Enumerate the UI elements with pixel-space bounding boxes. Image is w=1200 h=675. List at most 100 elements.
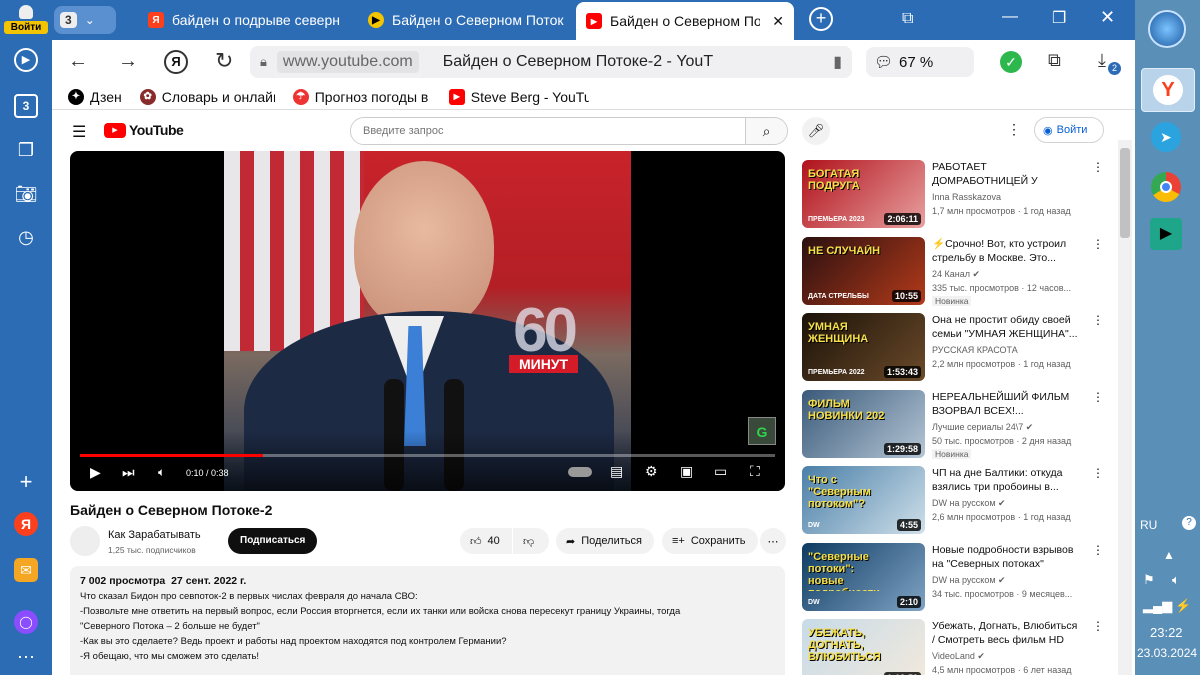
recommendation-title[interactable]: Убежать, Догнать, Влюбиться / Смотреть в…	[932, 619, 1082, 647]
close-window-button[interactable]: ✕	[1100, 7, 1115, 28]
downloads-button[interactable]: ⤓ 2	[1098, 50, 1121, 75]
recommendation-channel[interactable]: 24 Канал ✔	[932, 269, 980, 280]
windows-start-icon[interactable]	[1148, 10, 1186, 48]
chrome-icon[interactable]	[1151, 172, 1181, 202]
recommendation-channel[interactable]: DW на русском ✔	[932, 498, 1006, 509]
miniplayer-icon[interactable]: ▣	[680, 463, 693, 480]
recommendation-channel[interactable]: DW на русском ✔	[932, 575, 1006, 586]
clock-date[interactable]: 23.03.2024	[1137, 646, 1197, 660]
tab-youtube-active[interactable]: ▶ Байден о Северном Поток ✕	[576, 2, 794, 40]
mail-icon[interactable]: ✉	[14, 558, 38, 582]
recommendation-title[interactable]: Новые подробности взрывов на "Северных п…	[932, 543, 1082, 571]
channel-watermark[interactable]: G	[748, 417, 776, 445]
recommendation-channel[interactable]: Inna Rasskazova	[932, 192, 1001, 202]
reload-icon[interactable]: ↻	[215, 48, 233, 74]
progress-track[interactable]	[80, 454, 775, 457]
recommendation-thumbnail[interactable]: Что с "Северным потоком"? DW 4:55	[802, 466, 925, 534]
share-button[interactable]: ➦ Поделиться	[556, 528, 654, 554]
settings-gear-icon[interactable]: ⚙	[645, 463, 658, 480]
recommendation-thumbnail[interactable]: "Северные потоки": новые подробности взр…	[802, 542, 925, 611]
bookmark-weather[interactable]: ☂ Прогноз погоды в	[292, 88, 431, 105]
sidebar-tabs-button[interactable]: 3	[14, 94, 38, 118]
settings-more-icon[interactable]: ⋮	[1007, 121, 1021, 138]
recommendation-thumbnail[interactable]: УБЕЖАТЬ, ДОГНАТЬ, ВЛЮБИТЬСЯ 1:18:59	[802, 619, 925, 675]
more-options-icon[interactable]: ⋮	[1092, 543, 1104, 557]
bookmark-dictionary[interactable]: ✿ Словарь и онлайн	[139, 88, 275, 105]
yandex-browser-taskbar-icon[interactable]: Y	[1141, 68, 1195, 112]
profile-button[interactable]: Войти	[4, 2, 48, 38]
screenshot-icon[interactable]: 📷︎	[14, 182, 38, 206]
close-icon[interactable]: ✕	[772, 13, 784, 30]
clock-time[interactable]: 23:22	[1150, 625, 1183, 640]
url-field[interactable]: 🔒︎ www.youtube.com Байден о Северном Пот…	[250, 46, 852, 78]
play-circle-icon[interactable]: ▶	[14, 48, 38, 72]
yandex-home-icon[interactable]: Я	[164, 50, 188, 74]
scrollbar[interactable]	[1118, 140, 1132, 675]
more-dots-icon[interactable]: ⋯	[14, 645, 38, 669]
subtitles-icon[interactable]: ▤	[610, 463, 623, 480]
collections-icon[interactable]: ❐	[14, 138, 38, 162]
alice-icon[interactable]: ◯	[14, 610, 38, 634]
more-options-icon[interactable]: ⋮	[1092, 313, 1104, 327]
recommendation-channel[interactable]: Лучшие сериалы 24\7 ✔	[932, 422, 1033, 433]
signin-button[interactable]: ◉ Войти	[1034, 117, 1104, 143]
recommendation-thumbnail[interactable]: НЕ СЛУЧАЙН ДАТА СТРЕЛЬБЫ 10:55	[802, 236, 925, 305]
channel-name[interactable]: Как Зарабатывать	[108, 529, 201, 541]
play-button[interactable]: ▶	[90, 464, 101, 481]
youtube-logo[interactable]: ▶ YouTube	[104, 122, 184, 138]
restore-button[interactable]: ❐	[1052, 8, 1066, 28]
video-player[interactable]: 60 МИНУТ G ▶ ⏭︎ 🔈︎ 0:10 / 0:38 ▤ ⚙ ▣ ▭ ⛶	[70, 151, 785, 491]
recommendation-title[interactable]: ЧП на дне Балтики: откуда взялись три пр…	[932, 466, 1082, 494]
bookmark-dzen[interactable]: ✦ Дзен	[68, 88, 122, 105]
bookmark-icon[interactable]: ▮	[833, 52, 842, 72]
add-panel-icon[interactable]: +	[14, 470, 38, 494]
more-options-icon[interactable]: ⋮	[1092, 466, 1104, 480]
fullscreen-icon[interactable]: ⛶	[750, 463, 760, 480]
dislike-button[interactable]: 👎︎	[513, 528, 549, 554]
search-button[interactable]: ⌕	[745, 118, 787, 144]
recommendation-title[interactable]: ⚡Срочно! Вот, кто устроил стрельбу в Мос…	[932, 237, 1082, 265]
zoom-indicator[interactable]: 💬︎ 67 %	[866, 47, 974, 77]
voice-search-button[interactable]: 🎤︎	[802, 117, 830, 145]
yandex-app-icon[interactable]: Я	[14, 512, 38, 536]
history-clock-icon[interactable]: ◷	[14, 225, 38, 249]
help-icon[interactable]: ?	[1182, 516, 1196, 530]
bookmark-steve-berg[interactable]: ▶ Steve Berg - YouTu	[448, 88, 589, 105]
tab-zen[interactable]: ▶ Байден о Северном Поток	[358, 4, 572, 36]
tab-group-button[interactable]: 3 ⌄	[54, 6, 116, 34]
flag-icon[interactable]: ⚑	[1143, 572, 1155, 588]
more-options-icon[interactable]: ⋮	[1092, 160, 1104, 174]
volume-icon[interactable]: 🔈︎	[1172, 572, 1180, 588]
channel-avatar[interactable]	[70, 526, 100, 556]
like-button[interactable]: 👍︎ 40	[460, 528, 512, 554]
network-icon[interactable]: ▂▄▆	[1143, 598, 1172, 614]
power-icon[interactable]: ⚡	[1175, 598, 1191, 614]
description-box[interactable]: 7 002 просмотра 27 сент. 2022 г. Что ска…	[70, 566, 785, 675]
menu-icon[interactable]: ☰	[72, 122, 86, 142]
new-tab-button[interactable]: +	[809, 7, 833, 31]
language-indicator[interactable]: RU	[1140, 518, 1157, 532]
tray-arrow-icon[interactable]: ▲	[1163, 548, 1175, 562]
next-button[interactable]: ⏭︎	[122, 464, 135, 481]
tabs-collection-icon[interactable]: ⧉	[902, 10, 913, 28]
more-actions-button[interactable]: ⋯	[760, 528, 786, 554]
theater-mode-icon[interactable]: ▭	[714, 463, 727, 480]
tab-yandex-search[interactable]: Я байден о подрыве северн	[138, 4, 352, 36]
autoplay-toggle[interactable]	[568, 467, 592, 477]
recommendation-title[interactable]: НЕРЕАЛЬНЕЙШИЙ ФИЛЬМ ВЗОРВАЛ ВСЕХ!...	[932, 390, 1082, 418]
minimize-button[interactable]: —	[1002, 8, 1018, 26]
more-options-icon[interactable]: ⋮	[1092, 390, 1104, 404]
save-button[interactable]: ≡+ Сохранить	[662, 528, 758, 554]
volume-button[interactable]: 🔈︎	[158, 465, 165, 480]
recommendation-thumbnail[interactable]: УМНАЯ ЖЕНЩИНА ПРЕМЬЕРА 2022 1:53:43	[802, 313, 925, 381]
recommendation-thumbnail[interactable]: БОГАТАЯ ПОДРУГА ПРЕМЬЕРА 2023 2:06:11	[802, 160, 925, 228]
forward-button[interactable]: →	[118, 50, 138, 73]
more-options-icon[interactable]: ⋮	[1092, 237, 1104, 251]
recommendation-thumbnail[interactable]: ФИЛЬМ НОВИНКИ 202 1:29:58	[802, 389, 925, 458]
search-input[interactable]	[351, 118, 745, 144]
extensions-icon[interactable]: ⧉	[1048, 50, 1061, 71]
recommendation-title[interactable]: РАБОТАЕТ ДОМРАБОТНИЦЕЙ У ОДНОКЛАССНИЦЫ..…	[932, 160, 1082, 188]
recommendation-channel[interactable]: VideoLand ✔	[932, 651, 985, 662]
recommendation-title[interactable]: Она не простит обиду своей семьи "УМНАЯ …	[932, 313, 1082, 341]
subscribe-button[interactable]: Подписаться	[228, 528, 318, 554]
